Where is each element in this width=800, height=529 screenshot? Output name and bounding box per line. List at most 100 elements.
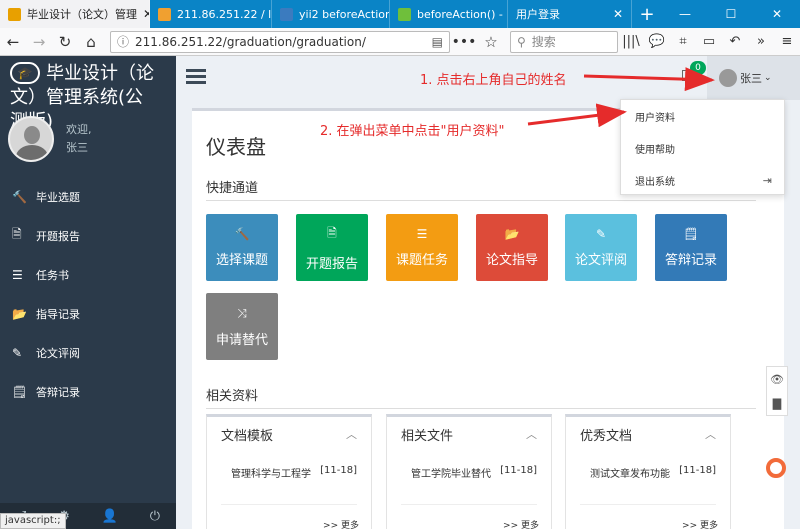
quick-button-label: 答辩记录 (664, 253, 717, 268)
browser-tab-yii2[interactable]: yii2 beforeAction ✕ (272, 0, 390, 28)
divider (221, 504, 357, 505)
menu-item-label: 使用帮助 (635, 144, 675, 156)
sidebar-item-defense[interactable]: 🗒 答辩记录 (0, 372, 176, 411)
annotation-step-2: 2. 在弹出菜单中点击"用户资料" (320, 124, 505, 139)
list-icon: ☰ (12, 267, 23, 282)
list-item[interactable]: 管理科学与工程学 [11-18] (207, 451, 371, 480)
sidebar-item-guidance[interactable]: 📂 指导记录 (0, 294, 176, 333)
chevron-up-icon[interactable]: ︿ (346, 426, 357, 442)
reload-icon[interactable]: ↻ (52, 29, 78, 55)
tab-close-icon[interactable]: ✕ (607, 7, 623, 21)
quick-substitute-button[interactable]: ⤨ 申请替代 (206, 293, 278, 360)
comment-icon[interactable]: ▇ (773, 397, 781, 410)
chevron-up-icon[interactable]: ︿ (705, 426, 716, 442)
list-item[interactable]: 管工学院毕业替代 [11-18] (387, 451, 551, 480)
divider (580, 504, 716, 505)
gavel-icon: 🔨 (234, 227, 250, 241)
window-controls: — ☐ ✕ (662, 0, 800, 28)
quick-button-label: 论文指导 (485, 253, 538, 268)
crop-icon[interactable]: ⌗ (670, 29, 696, 55)
list-item-title: 管工学院毕业替代 (411, 469, 491, 480)
undo-icon[interactable]: ↶ (722, 29, 748, 55)
list-item-title: 管理科学与工程学 (231, 469, 311, 480)
sidebar-item-task-book[interactable]: ☰ 任务书 (0, 255, 176, 294)
sidebar: 🎓 毕业设计（论文）管理系统(公测版) 欢迎, 张三 🔨 毕业选题 🗎 开题报告… (0, 56, 176, 529)
power-icon[interactable]: ⏻ (150, 509, 160, 524)
edit-icon: ✎ (12, 345, 23, 360)
avatar (8, 116, 54, 162)
more-link[interactable]: >> 更多 (682, 518, 718, 529)
menu-icon[interactable]: ≡ (774, 29, 800, 55)
chevron-up-icon[interactable]: ︿ (526, 426, 537, 442)
quick-defense-button[interactable]: 🗒 答辩记录 (655, 214, 727, 281)
maximize-icon[interactable]: ☐ (708, 0, 754, 28)
more-link[interactable]: >> 更多 (503, 518, 539, 529)
back-icon[interactable]: ← (0, 29, 26, 55)
browser-tab-beforeaction[interactable]: beforeAction() - ✕ (390, 0, 508, 28)
minimize-icon[interactable]: — (662, 0, 708, 28)
quick-proposal-button[interactable]: 🗎 开题报告 (296, 214, 368, 281)
quick-select-topic-button[interactable]: 🔨 选择课题 (206, 214, 278, 281)
list-item-date: [11-18] (320, 465, 357, 476)
tab-close-icon[interactable]: ✕ (137, 7, 149, 21)
file-text-icon: 🗒 (12, 384, 28, 399)
list-item[interactable]: 测试文章发布功能 [11-18] (566, 451, 730, 480)
browser-toolbar: |||\ 💬 ⌗ ▭ ↶ » ≡ (618, 29, 800, 55)
list-item-title: 测试文章发布功能 (590, 469, 670, 480)
library-icon[interactable]: |||\ (618, 29, 644, 55)
menu-item-help[interactable]: 使用帮助 (621, 132, 784, 164)
eye-icon[interactable]: 👁 (770, 373, 784, 386)
menu-item-logout[interactable]: 退出系统 ⇥ (621, 164, 784, 196)
sidebar-item-label: 毕业选题 (36, 190, 80, 204)
bookmark-star-icon[interactable]: ☆ (478, 29, 504, 55)
sidebar-item-label: 论文评阅 (36, 346, 80, 360)
header-user-menu[interactable]: 张三 ⌄ (707, 56, 800, 100)
top-header: 1. 点击右上角自己的姓名 0 张三 ⌄ (176, 56, 800, 100)
close-window-icon[interactable]: ✕ (754, 0, 800, 28)
tab-title: 211.86.251.22 / lo (177, 7, 272, 21)
browser-tab-login[interactable]: 用户登录 ✕ (508, 0, 632, 28)
card-title: 相关文件 (401, 428, 454, 444)
url-text: 211.86.251.22/graduation/graduation/ (135, 34, 366, 49)
card-title: 文档模板 (221, 428, 274, 444)
edit-icon: ✎ (595, 227, 607, 241)
overflow-icon[interactable]: » (748, 29, 774, 55)
page-actions-icon[interactable]: ••• (450, 34, 478, 50)
random-icon: ⤨ (237, 305, 247, 320)
url-bar[interactable]: ⓘ 211.86.251.22/graduation/graduation/ ▤ (110, 30, 450, 53)
forward-icon[interactable]: → (26, 29, 52, 55)
sign-out-icon: ⇥ (762, 173, 772, 187)
brand[interactable]: 🎓 毕业设计（论文）管理系统(公测版) (0, 56, 176, 132)
quick-task-button[interactable]: ☰ 课题任务 (386, 214, 458, 281)
browser-nav-bar: ← → ↻ ⌂ ⓘ 211.86.251.22/graduation/gradu… (0, 28, 800, 56)
folder-open-icon: 📂 (12, 306, 27, 321)
sidebar-item-topic-selection[interactable]: 🔨 毕业选题 (0, 177, 176, 216)
new-tab-icon[interactable]: + (632, 0, 662, 28)
menu-item-profile[interactable]: 用户资料 (621, 100, 784, 132)
quick-button-label: 开题报告 (305, 256, 358, 272)
quick-guidance-button[interactable]: 📂 论文指导 (476, 214, 548, 281)
quick-review-button[interactable]: ✎ 论文评阅 (565, 214, 637, 281)
reader-view-icon[interactable]: ▤ (426, 35, 443, 49)
lifebuoy-help-icon[interactable] (766, 458, 786, 478)
more-link[interactable]: >> 更多 (323, 518, 359, 529)
chat-icon[interactable]: 💬 (644, 29, 670, 55)
sidebar-toggle-hamburger-icon[interactable] (186, 69, 206, 85)
browser-tab-phpmyadmin[interactable]: 211.86.251.22 / lo ✕ (150, 0, 272, 28)
site-info-icon[interactable]: ⓘ (117, 33, 129, 50)
file-text-icon: 🗒 (683, 227, 699, 241)
chevron-down-icon: ⌄ (764, 73, 772, 83)
browser-tab-bar: 毕业设计（论文）管理 ✕ 211.86.251.22 / lo ✕ yii2 b… (0, 0, 800, 28)
quick-button-label: 课题任务 (395, 253, 448, 268)
home-icon[interactable]: ⌂ (78, 29, 104, 55)
tab-title: yii2 beforeAction (299, 7, 390, 21)
sidebar-item-review[interactable]: ✎ 论文评阅 (0, 333, 176, 372)
sidebar-item-proposal[interactable]: 🗎 开题报告 (0, 216, 176, 255)
status-bar: javascript:; (0, 513, 66, 529)
user-icon[interactable]: 👤 (102, 509, 118, 524)
sidebar-toggle-icon[interactable]: ▭ (696, 29, 722, 55)
browser-tab-graduation[interactable]: 毕业设计（论文）管理 ✕ (0, 0, 150, 28)
tab-title: 毕业设计（论文）管理 (27, 8, 137, 21)
search-bar[interactable]: ⚲ 搜索 (510, 30, 618, 53)
tab-favicon-icon (280, 7, 293, 21)
